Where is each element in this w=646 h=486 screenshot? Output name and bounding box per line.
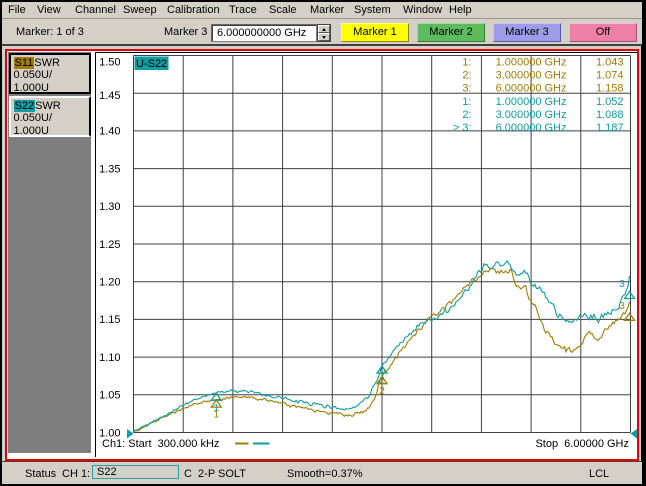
svg-text:Ch1: Start 300.000 kHz: Ch1: Start 300.000 kHz [102,438,219,450]
svg-text:1.45: 1.45 [99,90,120,102]
svg-text:1.05: 1.05 [99,390,120,402]
svg-text:1:: 1: [462,96,471,108]
svg-text:1:: 1: [462,57,471,69]
svg-text:1.000000 GHz: 1.000000 GHz [496,96,567,108]
svg-text:1.052: 1.052 [596,96,624,108]
svg-text:U-S22: U-S22 [136,58,167,70]
svg-text:1.158: 1.158 [596,83,624,95]
svg-text:1.20: 1.20 [99,277,120,289]
svg-text:1.088: 1.088 [596,109,624,121]
svg-text:1.15: 1.15 [99,314,120,326]
svg-text:1.50: 1.50 [99,56,120,68]
svg-text:6.000000 GHz: 6.000000 GHz [496,83,567,95]
svg-text:Stop 6.00000 GHz: Stop 6.00000 GHz [535,438,629,450]
svg-text:3.000000 GHz: 3.000000 GHz [496,70,567,82]
svg-text:3.000000 GHz: 3.000000 GHz [496,109,567,121]
svg-text:2:: 2: [462,70,471,82]
svg-text:3: 3 [619,279,625,290]
svg-text:> 3:: > 3: [453,122,472,134]
svg-text:6.000000 GHz: 6.000000 GHz [496,122,567,134]
svg-text:3: 3 [619,301,625,312]
svg-text:1.074: 1.074 [596,70,624,82]
svg-text:1.000000 GHz: 1.000000 GHz [496,57,567,69]
svg-text:1.043: 1.043 [596,57,624,69]
svg-text:2: 2 [379,386,385,397]
svg-text:1.30: 1.30 [99,201,120,213]
svg-text:1.25: 1.25 [99,239,120,251]
svg-text:1.187: 1.187 [596,122,624,134]
svg-text:1.10: 1.10 [99,352,120,364]
svg-text:1.40: 1.40 [99,126,120,138]
svg-text:1: 1 [214,410,220,421]
svg-text:1.35: 1.35 [99,163,120,175]
svg-text:3:: 3: [462,83,471,95]
svg-text:2:: 2: [462,109,471,121]
